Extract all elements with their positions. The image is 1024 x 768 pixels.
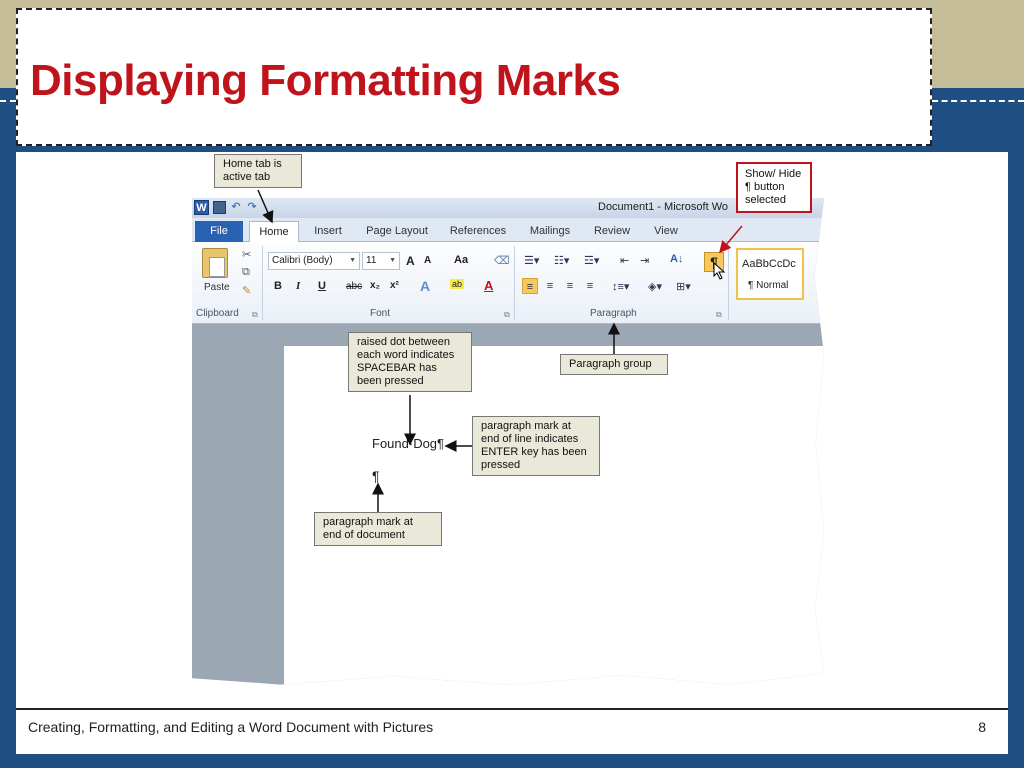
underline-button[interactable]: U bbox=[318, 280, 326, 292]
bullets-icon[interactable]: ☰▾ bbox=[524, 254, 539, 267]
align-right-button[interactable]: ≡ bbox=[562, 278, 578, 294]
superscript-button[interactable]: x² bbox=[390, 280, 399, 291]
paragraph-group-label: Paragraph bbox=[590, 308, 637, 319]
bold-button[interactable]: B bbox=[274, 280, 282, 292]
paragraph-launcher-icon[interactable]: ⧉ bbox=[716, 310, 722, 320]
multilevel-list-icon[interactable]: ☲▾ bbox=[584, 254, 599, 267]
clipboard-group-label: Clipboard bbox=[196, 308, 239, 319]
italic-button[interactable]: I bbox=[296, 280, 300, 292]
numbering-icon[interactable]: ☷▾ bbox=[554, 254, 569, 267]
font-name-dropdown[interactable]: Calibri (Body) ▼ bbox=[268, 252, 360, 270]
tab-review[interactable]: Review bbox=[590, 221, 634, 242]
change-case-button[interactable]: Aa bbox=[454, 254, 468, 266]
tab-references[interactable]: References bbox=[446, 221, 510, 242]
cursor-icon bbox=[713, 262, 726, 280]
borders-icon[interactable]: ⊞▾ bbox=[676, 280, 691, 293]
increase-indent-icon[interactable]: ⇥ bbox=[640, 254, 649, 267]
ribbon: Paste ✂ ⧉ ✎ Clipboard ⧉ Calibri (Body) ▼ … bbox=[192, 242, 824, 324]
line-spacing-icon[interactable]: ↕≡▾ bbox=[612, 280, 629, 293]
callout-paragraph-mark-document: paragraph mark at end of document bbox=[314, 512, 442, 546]
tab-view[interactable]: View bbox=[648, 221, 684, 242]
callout-paragraph-mark-line: paragraph mark at end of line indicates … bbox=[472, 416, 600, 476]
group-separator bbox=[728, 246, 729, 320]
page-number: 8 bbox=[978, 719, 986, 735]
font-size-value: 11 bbox=[366, 255, 377, 266]
slide-title: Displaying Formatting Marks bbox=[30, 56, 621, 105]
quick-access-toolbar: W ↶ ↷ bbox=[194, 200, 258, 215]
tab-page-layout[interactable]: Page Layout bbox=[362, 221, 432, 242]
header-divider-right bbox=[932, 100, 1024, 102]
copy-icon[interactable]: ⧉ bbox=[242, 266, 250, 279]
justify-button[interactable]: ≡ bbox=[582, 278, 598, 294]
header-divider-left bbox=[0, 100, 16, 102]
chevron-down-icon: ▼ bbox=[349, 257, 356, 264]
window-title: Document1 - Microsoft Wo bbox=[598, 201, 729, 213]
document-end-mark[interactable]: ¶ bbox=[372, 468, 380, 484]
footer-text: Creating, Formatting, and Editing a Word… bbox=[28, 719, 434, 735]
align-left-button[interactable]: ≡ bbox=[522, 278, 538, 294]
tab-mailings[interactable]: Mailings bbox=[524, 221, 576, 242]
tab-file[interactable]: File bbox=[195, 221, 243, 242]
grow-font-button[interactable]: A bbox=[406, 254, 415, 268]
callout-show-hide: Show/ Hide ¶ button selected bbox=[736, 162, 812, 213]
strikethrough-button[interactable]: abc bbox=[346, 281, 362, 292]
tab-insert[interactable]: Insert bbox=[306, 221, 350, 242]
slide-footer: Creating, Formatting, and Editing a Word… bbox=[16, 708, 1008, 754]
shrink-font-button[interactable]: A bbox=[424, 255, 431, 266]
clipboard-launcher-icon[interactable]: ⧉ bbox=[252, 310, 258, 320]
shading-icon[interactable]: ◈▾ bbox=[648, 280, 662, 293]
callout-home-tab: Home tab is active tab bbox=[214, 154, 302, 188]
font-launcher-icon[interactable]: ⧉ bbox=[504, 310, 510, 320]
align-center-button[interactable]: ≡ bbox=[542, 278, 558, 294]
font-group-label: Font bbox=[370, 308, 391, 319]
style-sample: AaBbCcDc bbox=[742, 258, 796, 270]
title-bar: W ↶ ↷ Document1 - Microsoft Wo bbox=[192, 198, 824, 218]
text-effects-icon[interactable]: A bbox=[420, 278, 430, 294]
font-size-dropdown[interactable]: 11 ▼ bbox=[362, 252, 400, 270]
decrease-indent-icon[interactable]: ⇤ bbox=[620, 254, 629, 267]
undo-icon[interactable]: ↶ bbox=[230, 200, 242, 215]
format-painter-icon[interactable]: ✎ bbox=[242, 284, 251, 297]
ribbon-tabs: File Home Insert Page Layout References … bbox=[192, 218, 824, 242]
callout-paragraph-group: Paragraph group bbox=[560, 354, 668, 375]
document-line[interactable]: Found·Dog¶ bbox=[372, 436, 444, 451]
paste-button[interactable]: Paste bbox=[204, 282, 230, 293]
font-name-value: Calibri (Body) bbox=[272, 255, 333, 266]
style-name: ¶ Normal bbox=[748, 280, 789, 291]
chevron-down-icon: ▼ bbox=[389, 257, 396, 264]
callout-raised-dot: raised dot between each word indicates S… bbox=[348, 332, 472, 392]
font-color-icon[interactable]: A bbox=[484, 278, 493, 293]
sort-icon[interactable]: A↓ bbox=[670, 253, 683, 265]
cut-icon[interactable]: ✂ bbox=[242, 248, 251, 261]
style-normal[interactable]: AaBbCcDc ¶ Normal bbox=[736, 248, 804, 300]
tab-home[interactable]: Home bbox=[249, 221, 299, 242]
group-separator bbox=[262, 246, 263, 320]
paste-icon[interactable] bbox=[202, 248, 228, 278]
highlight-icon[interactable]: ab bbox=[450, 279, 465, 289]
word-logo-icon[interactable]: W bbox=[194, 200, 209, 215]
group-separator bbox=[514, 246, 515, 320]
clear-formatting-icon[interactable]: ⌫ bbox=[494, 254, 510, 267]
redo-icon[interactable]: ↷ bbox=[246, 200, 258, 215]
subscript-button[interactable]: x₂ bbox=[370, 280, 380, 291]
save-icon[interactable] bbox=[213, 201, 226, 214]
